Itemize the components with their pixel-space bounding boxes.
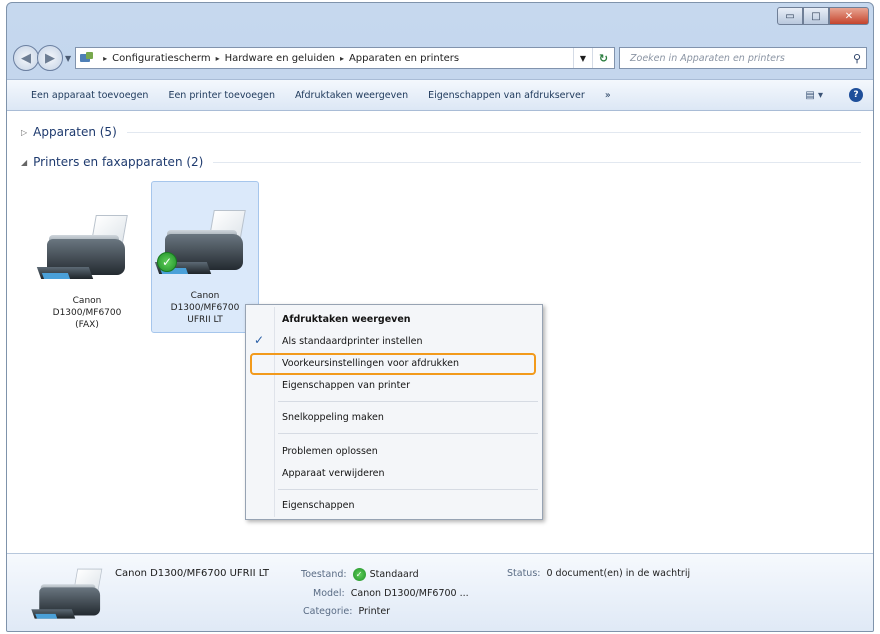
forward-arrow-icon: ▶ — [45, 50, 55, 66]
model-label: Model: — [313, 588, 345, 599]
category-value: Printer — [358, 606, 391, 617]
see-print-jobs-button[interactable]: Afdruktaken weergeven — [285, 90, 418, 101]
printer-icon — [36, 209, 135, 293]
status-ok-icon: ✓ — [352, 568, 366, 581]
device-name-line: (FAX) — [75, 320, 99, 330]
menu-item-properties[interactable]: Eigenschappen — [282, 497, 354, 515]
device-name-line: D1300/MF6700 — [52, 308, 122, 318]
add-device-button[interactable]: Een apparaat toevoegen — [7, 90, 158, 101]
device-name-line: Canon — [190, 291, 220, 301]
menu-item-printer-properties[interactable]: Eigenschappen van printer — [282, 377, 410, 395]
menu-item-troubleshoot[interactable]: Problemen oplossen — [282, 443, 378, 461]
group-header-devices[interactable]: ▷ Apparaten (5) — [21, 125, 861, 139]
search-placeholder: Zoeken in Apparaten en printers — [630, 52, 785, 64]
command-bar: Een apparaat toevoegen Een printer toevo… — [7, 79, 873, 111]
minimize-button[interactable]: ▭ — [777, 7, 803, 25]
search-icon[interactable]: ⚲ — [848, 52, 866, 65]
printer-icon — [31, 564, 108, 630]
breadcrumb-hardware-sound[interactable]: Hardware en geluiden — [225, 53, 335, 64]
collapse-arrow-icon[interactable]: ◢ — [21, 158, 27, 167]
close-button[interactable]: ✕ — [829, 7, 869, 25]
device-name-line: Canon — [72, 296, 102, 306]
category-label: Categorie: — [303, 606, 353, 617]
menu-item-create-shortcut[interactable]: Snelkoppeling maken — [282, 409, 384, 427]
printer-item-fax[interactable]: Canon D1300/MF6700 (FAX) — [33, 203, 141, 331]
menu-separator — [278, 489, 538, 490]
breadcrumb-devices-printers[interactable]: Apparaten en printers — [349, 53, 459, 64]
print-server-properties-button[interactable]: Eigenschappen van afdrukserver — [418, 90, 595, 101]
forward-button[interactable]: ▶ — [37, 45, 63, 71]
breadcrumb-separator-icon[interactable]: ▸ — [103, 54, 107, 63]
details-model-row: Model: Canon D1300/MF6700 ... — [313, 588, 469, 599]
context-menu: Afdruktaken weergeven ✓ Als standaardpri… — [245, 304, 543, 520]
expand-arrow-icon[interactable]: ▷ — [21, 128, 27, 137]
group-label: Printers en faxapparaten (2) — [33, 155, 204, 169]
default-printer-check-icon: ✓ — [157, 252, 177, 272]
group-divider — [126, 131, 861, 133]
caption-buttons: ▭ □ ✕ — [777, 7, 869, 25]
group-header-printers[interactable]: ◢ Printers en faxapparaten (2) — [21, 155, 861, 169]
device-name-line: UFRII LT — [187, 315, 223, 325]
back-arrow-icon: ◀ — [21, 50, 31, 66]
details-printer-name: Canon D1300/MF6700 UFRII LT — [115, 568, 270, 579]
menu-item-printing-preferences[interactable]: Voorkeursinstellingen voor afdrukken — [282, 355, 459, 373]
checkmark-icon: ✓ — [254, 333, 265, 347]
more-commands-button[interactable]: » — [595, 90, 621, 101]
state-label: Toestand: — [301, 569, 347, 580]
recent-pages-dropdown-icon[interactable]: ▼ — [65, 54, 71, 63]
menu-item-see-print-jobs[interactable]: Afdruktaken weergeven — [282, 311, 411, 329]
address-bar[interactable]: ▸ Configuratiescherm ▸ Hardware en gelui… — [75, 47, 615, 69]
breadcrumb-control-panel[interactable]: Configuratiescherm — [112, 53, 210, 64]
menu-gutter — [274, 307, 275, 517]
breadcrumb-separator-icon[interactable]: ▸ — [340, 54, 344, 63]
control-panel-icon — [80, 52, 94, 64]
details-pane: Canon D1300/MF6700 UFRII LT Toestand: ✓ … — [7, 553, 873, 631]
printer-item-ufrii[interactable]: ✓ Canon D1300/MF6700 UFRII LT — [151, 181, 259, 333]
menu-separator — [278, 401, 538, 402]
details-status-row: Status: 0 document(en) in de wachtrij — [507, 568, 690, 579]
details-state-row: Toestand: ✓ Standaard — [301, 568, 419, 581]
search-input[interactable]: Zoeken in Apparaten en printers ⚲ — [619, 47, 867, 69]
device-name-line: D1300/MF6700 — [170, 303, 240, 313]
status-label: Status: — [507, 568, 541, 579]
back-button[interactable]: ◀ — [13, 45, 39, 71]
help-icon[interactable]: ? — [849, 88, 863, 102]
group-label: Apparaten (5) — [33, 125, 117, 139]
model-value: Canon D1300/MF6700 ... — [350, 588, 469, 599]
navigation-row: ◀ ▶ ▼ ▸ Configuratiescherm ▸ Hardware en… — [13, 45, 867, 71]
refresh-icon[interactable]: ↻ — [592, 48, 614, 68]
maximize-button[interactable]: □ — [803, 7, 829, 25]
printer-icon: ✓ — [154, 204, 253, 288]
change-view-icon[interactable]: ▤ ▾ — [805, 90, 823, 101]
breadcrumb-separator-icon[interactable]: ▸ — [216, 54, 220, 63]
menu-separator — [278, 433, 538, 434]
menu-item-set-default[interactable]: Als standaardprinter instellen — [282, 333, 422, 351]
menu-item-remove-device[interactable]: Apparaat verwijderen — [282, 465, 385, 483]
details-category-row: Categorie: Printer — [303, 606, 390, 617]
status-value: 0 document(en) in de wachtrij — [546, 568, 691, 579]
add-printer-button[interactable]: Een printer toevoegen — [158, 90, 285, 101]
group-divider — [213, 161, 861, 163]
state-value: Standaard — [369, 569, 419, 580]
address-dropdown-icon[interactable]: ▼ — [572, 48, 592, 68]
